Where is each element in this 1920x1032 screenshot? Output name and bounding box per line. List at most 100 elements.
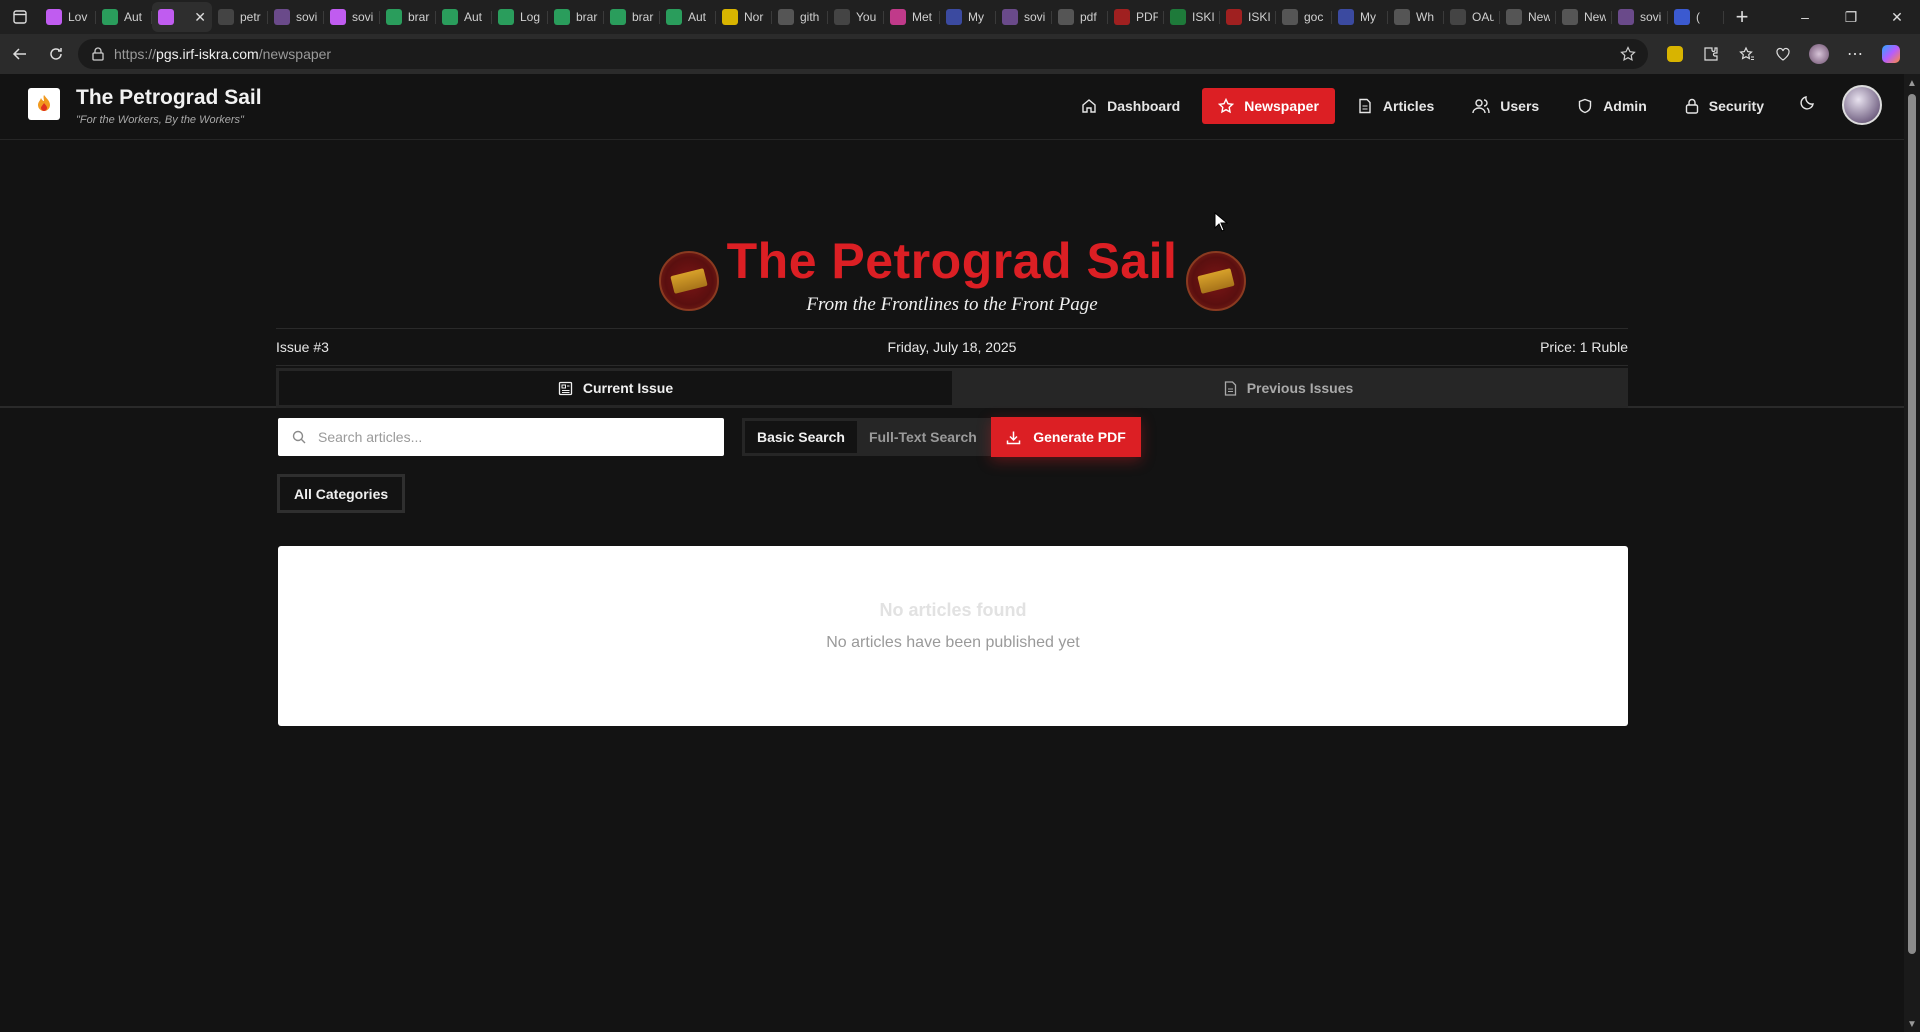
brand-tagline: "For the Workers, By the Workers" [76, 114, 244, 126]
browser-tab[interactable]: You [828, 2, 884, 32]
category-filter-all[interactable]: All Categories [277, 474, 406, 513]
window-controls: – ❐ ✕ [1782, 0, 1920, 34]
extensions-icon[interactable] [1696, 39, 1726, 69]
profile-avatar-icon[interactable] [1804, 39, 1834, 69]
tab-title: My [968, 10, 984, 24]
tab-title: sovi [1640, 10, 1662, 24]
restore-button[interactable]: ❐ [1828, 0, 1874, 34]
nav-admin[interactable]: Admin [1561, 88, 1663, 124]
fulltext-search-button[interactable]: Full-Text Search [857, 421, 989, 453]
browser-tab[interactable]: PDF [1108, 2, 1164, 32]
browser-tab[interactable]: My [1332, 2, 1388, 32]
nav-dashboard-label: Dashboard [1107, 98, 1181, 114]
masthead-subtitle: From the Frontlines to the Front Page [806, 294, 1098, 315]
address-bar[interactable]: https://pgs.irf-iskra.com/newspaper [78, 39, 1648, 69]
tab-favicon-icon [330, 9, 346, 25]
nav-users-label: Users [1500, 98, 1540, 114]
tab-title: pdf [1080, 10, 1097, 24]
mouse-cursor-icon [1214, 212, 1228, 232]
browser-tab[interactable]: brar [380, 2, 436, 32]
browser-tab[interactable]: brar [604, 2, 660, 32]
favorite-star-icon[interactable] [1620, 46, 1636, 62]
scroll-up-arrow-icon[interactable]: ▲ [1907, 78, 1917, 89]
document-icon [1224, 380, 1236, 396]
tab-close-icon[interactable]: ✕ [194, 9, 206, 26]
browser-tab[interactable]: My [940, 2, 996, 32]
home-icon [1082, 99, 1096, 113]
copilot-icon[interactable] [1876, 39, 1906, 69]
tab-favicon-icon [722, 9, 738, 25]
browser-tab[interactable]: New [1500, 2, 1556, 32]
search-input[interactable] [318, 429, 698, 445]
new-tab-button[interactable]: + [1724, 2, 1760, 32]
browser-tab[interactable]: Aut [96, 2, 152, 32]
reload-button[interactable] [38, 38, 74, 70]
tab-title: ISKI [1248, 10, 1270, 24]
browser-tab[interactable]: sovi [1612, 2, 1668, 32]
tab-title: Nor [744, 10, 764, 24]
password-extension-icon[interactable] [1660, 39, 1690, 69]
flame-logo-icon [38, 95, 50, 111]
nav-security[interactable]: Security [1669, 88, 1780, 124]
minimize-button[interactable]: – [1782, 0, 1828, 34]
browser-tab[interactable]: ISKI [1220, 2, 1276, 32]
scrollbar-thumb[interactable] [1908, 94, 1916, 954]
nav-admin-label: Admin [1603, 98, 1647, 114]
article-search-box [278, 418, 724, 456]
browser-tab[interactable]: Log [492, 2, 548, 32]
lock-icon [1685, 98, 1698, 114]
nav-articles-label: Articles [1382, 98, 1435, 114]
tab-actions-button[interactable] [0, 0, 40, 34]
tab-current-issue[interactable]: Current Issue [279, 371, 952, 405]
back-button[interactable] [2, 38, 38, 70]
close-window-button[interactable]: ✕ [1874, 0, 1920, 34]
more-menu-icon[interactable]: ⋯ [1840, 39, 1870, 69]
browser-tab[interactable]: ✕ [152, 2, 212, 32]
tab-title: Wh [1416, 10, 1434, 24]
browser-tab[interactable]: Wh [1388, 2, 1444, 32]
browser-tab[interactable]: brar [548, 2, 604, 32]
tab-favicon-icon [1058, 9, 1074, 25]
tab-previous-issues[interactable]: Previous Issues [952, 371, 1625, 405]
nav-dashboard[interactable]: Dashboard [1065, 88, 1196, 124]
tab-favicon-icon [1562, 9, 1578, 25]
browser-essentials-icon[interactable] [1768, 39, 1798, 69]
page-scrollbar[interactable]: ▲ ▼ [1904, 74, 1920, 1032]
browser-tab[interactable]: sovi [324, 2, 380, 32]
tab-title: Lov [68, 10, 88, 24]
browser-tab[interactable]: Nor [716, 2, 772, 32]
tab-favicon-icon [666, 9, 682, 25]
browser-tab[interactable]: sovi [996, 2, 1052, 32]
site-logo[interactable] [28, 88, 60, 120]
nav-newspaper[interactable]: Newspaper [1202, 88, 1335, 124]
browser-tab[interactable]: gith [772, 2, 828, 32]
browser-tab[interactable]: pdf [1052, 2, 1108, 32]
nav-articles[interactable]: Articles [1341, 88, 1450, 124]
tab-title: New [1584, 10, 1606, 24]
scroll-down-arrow-icon[interactable]: ▼ [1907, 1019, 1917, 1030]
browser-tab[interactable]: sovi [268, 2, 324, 32]
browser-tab[interactable]: petr [212, 2, 268, 32]
theme-toggle-button[interactable] [1800, 94, 1816, 115]
tab-favicon-icon [1002, 9, 1018, 25]
nav-users[interactable]: Users [1456, 88, 1555, 124]
brand-title[interactable]: The Petrograd Sail [76, 86, 262, 110]
browser-tab[interactable]: New [1556, 2, 1612, 32]
generate-pdf-button[interactable]: Generate PDF [991, 417, 1141, 457]
browser-tab[interactable]: ( [1668, 2, 1724, 32]
tab-actions-icon [13, 10, 27, 24]
tab-favicon-icon [1674, 9, 1690, 25]
browser-tab[interactable]: OAu [1444, 2, 1500, 32]
extensions-area: ⋯ [1660, 34, 1906, 74]
basic-search-button[interactable]: Basic Search [745, 421, 857, 453]
tab-favicon-icon [274, 9, 290, 25]
browser-tab[interactable]: Aut [436, 2, 492, 32]
browser-tab[interactable]: Aut [660, 2, 716, 32]
favorites-icon[interactable] [1732, 39, 1762, 69]
back-arrow-icon [12, 48, 26, 60]
browser-tab[interactable]: goc [1276, 2, 1332, 32]
browser-tab[interactable]: Lov [40, 2, 96, 32]
user-avatar[interactable] [1842, 85, 1882, 125]
browser-tab[interactable]: Met [884, 2, 940, 32]
browser-tab[interactable]: ISKI [1164, 2, 1220, 32]
